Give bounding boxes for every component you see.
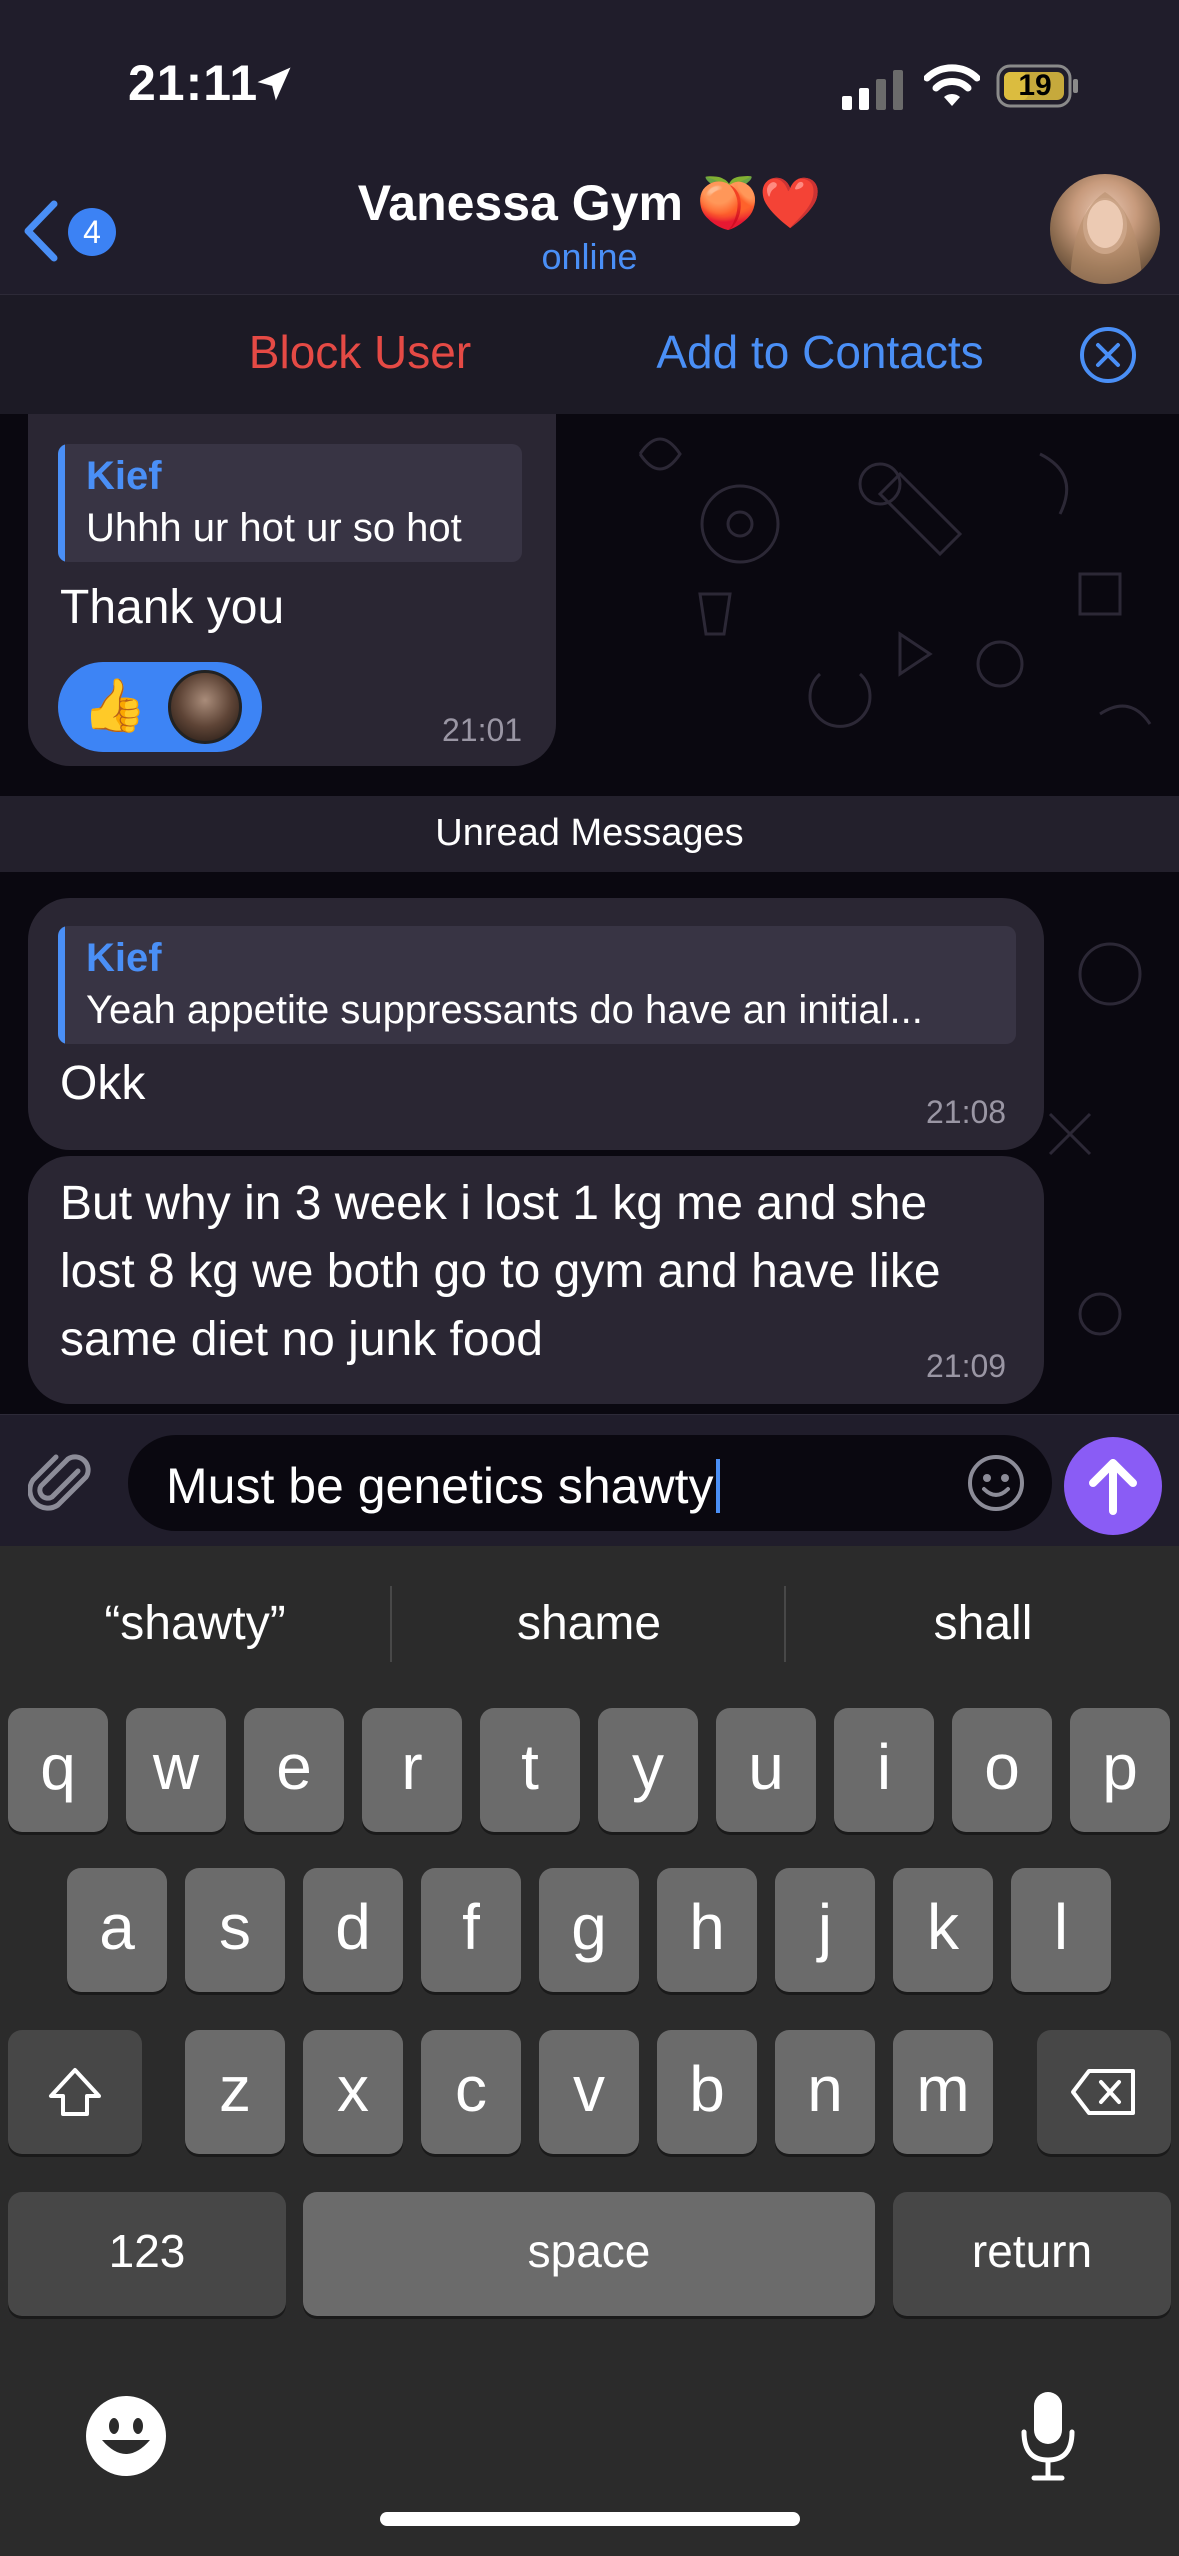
wifi-icon bbox=[924, 64, 980, 106]
key-f[interactable]: f bbox=[421, 1868, 521, 1992]
key-q[interactable]: q bbox=[8, 1708, 108, 1832]
chat-header: 4 Vanessa Gym 🍑❤️ online bbox=[0, 160, 1179, 294]
message-time: 21:09 bbox=[926, 1348, 1007, 1384]
reply-bar bbox=[58, 444, 65, 562]
return-key[interactable]: return bbox=[893, 2192, 1171, 2316]
reply-bar bbox=[58, 926, 65, 1044]
suggestion-divider bbox=[784, 1586, 786, 1662]
key-t[interactable]: t bbox=[480, 1708, 580, 1832]
shift-key[interactable] bbox=[8, 2030, 142, 2154]
message-line: But why in 3 week i lost 1 kg me and she bbox=[60, 1177, 928, 1230]
key-n[interactable]: n bbox=[775, 2030, 875, 2154]
message-text: Okk bbox=[60, 1057, 146, 1110]
reply-quote[interactable]: Kief Yeah appetite suppressants do have … bbox=[58, 926, 1016, 1044]
key-p[interactable]: p bbox=[1070, 1708, 1170, 1832]
status-time: 21:11 bbox=[128, 55, 259, 111]
key-x[interactable]: x bbox=[303, 2030, 403, 2154]
key-l[interactable]: l bbox=[1011, 1868, 1111, 1992]
message-bubble[interactable]: Kief Uhhh ur hot ur so hot Thank you 👍 2… bbox=[28, 414, 556, 766]
message-text: Thank you bbox=[60, 581, 285, 634]
signal-icon bbox=[842, 70, 903, 110]
sticker-icon[interactable] bbox=[966, 1453, 1026, 1513]
key-z[interactable]: z bbox=[185, 2030, 285, 2154]
battery-level: 19 bbox=[1018, 69, 1052, 102]
suggestion-divider bbox=[390, 1586, 392, 1662]
key-y[interactable]: y bbox=[598, 1708, 698, 1832]
key-k[interactable]: k bbox=[893, 1868, 993, 1992]
backspace-key[interactable] bbox=[1037, 2030, 1171, 2154]
key-m[interactable]: m bbox=[893, 2030, 993, 2154]
emoji-icon[interactable] bbox=[84, 2394, 168, 2478]
key-v[interactable]: v bbox=[539, 2030, 639, 2154]
unread-messages-divider: Unread Messages bbox=[0, 796, 1179, 872]
reply-quote[interactable]: Kief Uhhh ur hot ur so hot bbox=[58, 444, 522, 562]
key-b[interactable]: b bbox=[657, 2030, 757, 2154]
chat-status: online bbox=[541, 236, 638, 277]
suggestion-1[interactable]: “shawty” bbox=[0, 1596, 390, 1651]
reaction-user-avatar bbox=[168, 670, 242, 744]
space-key[interactable]: space bbox=[303, 2192, 875, 2316]
message-line: same diet no junk food bbox=[60, 1313, 543, 1366]
contact-avatar[interactable] bbox=[1050, 174, 1160, 284]
key-c[interactable]: c bbox=[421, 2030, 521, 2154]
key-o[interactable]: o bbox=[952, 1708, 1052, 1832]
key-s[interactable]: s bbox=[185, 1868, 285, 1992]
key-w[interactable]: w bbox=[126, 1708, 226, 1832]
home-indicator[interactable] bbox=[380, 2512, 800, 2526]
avatar-photo bbox=[1070, 192, 1142, 284]
reply-text: Yeah appetite suppressants do have an in… bbox=[86, 988, 923, 1032]
message-time: 21:08 bbox=[926, 1094, 1007, 1130]
message-composer: Must be genetics shawty bbox=[0, 1414, 1179, 1546]
thumbs-up-reaction: 👍 bbox=[82, 677, 147, 735]
location-arrow-icon bbox=[257, 67, 291, 101]
numbers-key[interactable]: 123 bbox=[8, 2192, 286, 2316]
key-a[interactable]: a bbox=[67, 1868, 167, 1992]
message-time: 21:01 bbox=[442, 712, 523, 748]
chat-title[interactable]: Vanessa Gym 🍑❤️ bbox=[0, 174, 1179, 233]
key-j[interactable]: j bbox=[775, 1868, 875, 1992]
reply-text: Uhhh ur hot ur so hot bbox=[86, 506, 462, 550]
add-to-contacts-button[interactable]: Add to Contacts bbox=[620, 325, 1020, 379]
key-r[interactable]: r bbox=[362, 1708, 462, 1832]
key-g[interactable]: g bbox=[539, 1868, 639, 1992]
reply-author: Kief bbox=[86, 454, 162, 498]
paperclip-icon[interactable] bbox=[28, 1449, 98, 1519]
reaction-pill[interactable]: 👍 bbox=[58, 662, 262, 752]
close-circle-icon[interactable] bbox=[1078, 325, 1138, 385]
reply-author: Kief bbox=[86, 936, 162, 980]
unread-messages-label: Unread Messages bbox=[435, 812, 744, 854]
suggestion-3[interactable]: shall bbox=[788, 1596, 1178, 1651]
microphone-icon[interactable] bbox=[1016, 2388, 1080, 2484]
status-bar: 21:11 19 bbox=[0, 0, 1179, 160]
message-bubble[interactable]: But why in 3 week i lost 1 kg me and she… bbox=[28, 1156, 1044, 1404]
send-button[interactable] bbox=[1064, 1437, 1162, 1535]
contact-action-bar: Block User Add to Contacts bbox=[0, 294, 1179, 414]
text-caret bbox=[715, 1459, 720, 1513]
message-list[interactable]: Kief Uhhh ur hot ur so hot Thank you 👍 2… bbox=[0, 414, 1179, 1414]
message-input[interactable]: Must be genetics shawty bbox=[128, 1435, 1052, 1531]
autocomplete-suggestions: “shawty” shame shall bbox=[0, 1546, 1179, 1696]
backspace-icon bbox=[1071, 2069, 1135, 2115]
key-i[interactable]: i bbox=[834, 1708, 934, 1832]
key-d[interactable]: d bbox=[303, 1868, 403, 1992]
block-user-button[interactable]: Block User bbox=[160, 325, 560, 379]
send-arrow-icon bbox=[1089, 1459, 1137, 1515]
suggestion-2[interactable]: shame bbox=[394, 1596, 784, 1651]
telegram-chat-screen: 21:11 19 4 Vanessa Gym 🍑❤️ online Block … bbox=[0, 0, 1179, 2556]
key-u[interactable]: u bbox=[716, 1708, 816, 1832]
key-h[interactable]: h bbox=[657, 1868, 757, 1992]
key-e[interactable]: e bbox=[244, 1708, 344, 1832]
message-input-text: Must be genetics shawty bbox=[166, 1457, 720, 1515]
message-line: lost 8 kg we both go to gym and have lik… bbox=[60, 1245, 941, 1298]
ios-keyboard: “shawty” shame shall q w e r t y u i o p… bbox=[0, 1546, 1179, 2556]
shift-icon bbox=[49, 2068, 101, 2116]
message-bubble[interactable]: Kief Yeah appetite suppressants do have … bbox=[28, 898, 1044, 1150]
